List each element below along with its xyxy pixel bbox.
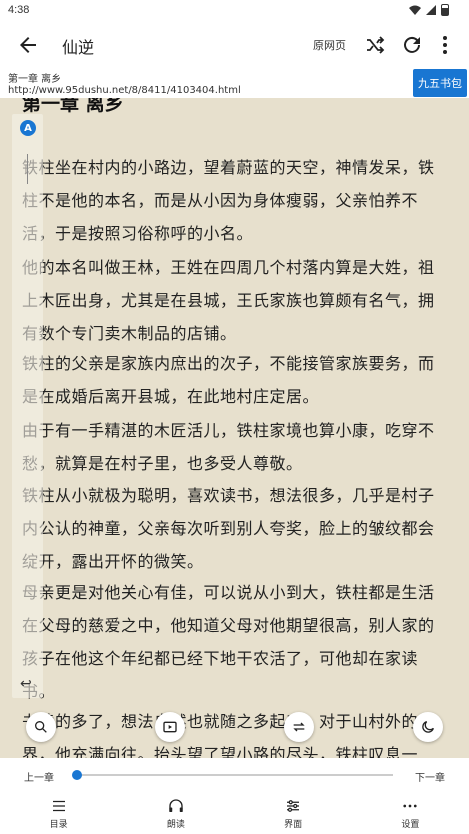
prev-chapter-button[interactable]: 上一章 xyxy=(24,769,54,784)
swap-icon xyxy=(293,722,305,732)
return-arrow-icon[interactable]: ↩ xyxy=(20,676,32,692)
nav-item-label: 设置 xyxy=(401,819,420,830)
paragraph: 母亲更是对他关心有佳，可以说从小到大，铁柱都是生活在父母的慈爱之中，他知道父母对… xyxy=(22,583,435,701)
auto-read-button[interactable] xyxy=(155,712,185,742)
next-chapter-button[interactable]: 下一章 xyxy=(415,769,445,784)
refresh-icon[interactable] xyxy=(400,33,424,57)
nav-item-settings[interactable]: 设置 xyxy=(352,792,469,834)
nav-item-toc[interactable]: 目录 xyxy=(0,792,117,834)
shuffle-icon[interactable] xyxy=(363,33,387,57)
night-mode-button[interactable] xyxy=(413,712,443,742)
progress-track[interactable] xyxy=(76,774,393,776)
paragraph: 铁柱坐在村内的小路边，望着蔚蓝的天空，神情发呆，铁柱不是他的本名，而是从小因为身… xyxy=(22,158,435,243)
more-vertical-icon[interactable] xyxy=(433,33,457,57)
sliders-icon xyxy=(287,799,300,812)
status-bar: 4:38 xyxy=(0,0,469,22)
source-site-badge[interactable]: 九五书包 xyxy=(413,69,467,97)
paragraph: 铁柱从小就极为聪明，喜欢读书，想法很多，几乎是村子内公认的神童，父亲每次听到别人… xyxy=(22,486,435,571)
auto-page-icon[interactable]: A xyxy=(20,120,36,136)
progress-knob[interactable] xyxy=(72,770,82,780)
paragraph: 书读的多了，想法自然也就随之多起来，对于山村外的世界，他充满向往。抬头望了望小路… xyxy=(22,712,435,758)
signal-icon xyxy=(426,5,436,15)
paragraph: 由于有一手精湛的木匠活儿，铁柱家境也算小康，吃穿不愁，就算是在村子里，也多受人尊… xyxy=(22,421,435,473)
nav-item-interface[interactable]: 界面 xyxy=(235,792,352,834)
headphones-icon xyxy=(169,798,183,812)
search-icon xyxy=(35,721,47,733)
chapter-url[interactable]: http://www.95dushu.net/8/8411/4103404.ht… xyxy=(8,85,241,96)
menu-icon xyxy=(52,800,65,811)
moon-icon xyxy=(422,721,434,733)
top-toolbar: 仙逆 原网页 xyxy=(0,22,469,68)
bottom-nav: 目录 朗读 界面 设置 xyxy=(0,792,469,834)
replace-button[interactable] xyxy=(284,712,314,742)
scroll-indicator xyxy=(27,154,28,184)
nav-item-read-aloud[interactable]: 朗读 xyxy=(117,792,234,834)
wifi-icon xyxy=(409,5,421,15)
reading-area[interactable]: 第一章 离乡 铁柱坐在村内的小路边，望着蔚蓝的天空，神情发呆，铁柱不是他的本名，… xyxy=(0,98,469,758)
chapter-info-bar: 第一章 离乡 http://www.95dushu.net/8/8411/410… xyxy=(0,68,469,98)
chapter-progress-bar: 上一章 下一章 xyxy=(0,758,469,792)
back-arrow-icon[interactable] xyxy=(16,33,40,57)
nav-item-label: 目录 xyxy=(49,819,68,830)
source-page-button[interactable]: 原网页 xyxy=(313,37,346,53)
nav-item-label: 朗读 xyxy=(166,819,185,830)
book-title: 仙逆 xyxy=(62,38,95,57)
chapter-name: 第一章 离乡 xyxy=(8,74,62,85)
nav-item-label: 界面 xyxy=(284,819,303,830)
play-box-icon xyxy=(163,721,177,733)
paragraph: 铁柱的父亲是家族内庶出的次子，不能接管家族要务，而是在成婚后离开县城，在此地村庄… xyxy=(22,354,435,406)
battery-icon xyxy=(441,4,449,16)
auto-scroll-panel[interactable]: A ↩ xyxy=(12,114,43,698)
status-icons xyxy=(409,4,449,16)
paragraph: 他的本名叫做王林，王姓在四周几个村落内算是大姓，祖上木匠出身，尤其是在县城，王氏… xyxy=(22,258,435,343)
search-button[interactable] xyxy=(26,712,56,742)
more-horizontal-icon xyxy=(403,804,417,807)
status-time: 4:38 xyxy=(8,4,30,16)
